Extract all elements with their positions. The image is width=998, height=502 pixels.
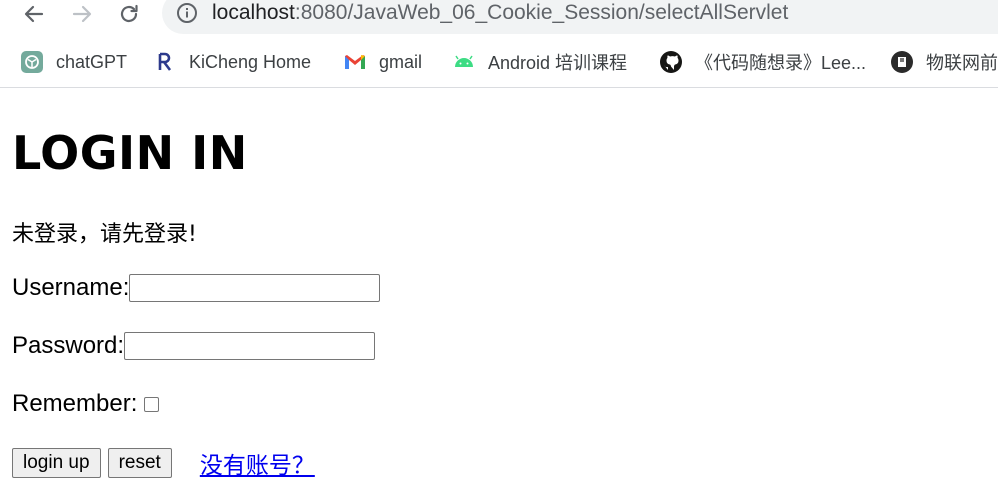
bookmark-label: KiCheng Home xyxy=(189,51,312,72)
username-row: Username: xyxy=(12,274,381,302)
bookmark-label: chatGPT xyxy=(56,51,128,72)
password-input[interactable] xyxy=(124,332,376,360)
arrow-right-icon xyxy=(70,2,94,26)
remember-row: Remember: xyxy=(12,390,160,418)
reload-button[interactable] xyxy=(115,0,143,28)
url-path: :8080/JavaWeb_06_Cookie_Session/selectAl… xyxy=(294,1,789,24)
url-host: localhost xyxy=(212,1,295,24)
reload-icon xyxy=(117,2,141,26)
bookmark-gmail[interactable]: gmail xyxy=(343,48,422,76)
register-link[interactable]: 没有账号？ xyxy=(200,446,315,480)
gmail-logo-icon xyxy=(343,50,367,74)
browser-toolbar: localhost:8080/JavaWeb_06_Cookie_Session… xyxy=(0,0,998,42)
bookmark-label: Android 培训课程 xyxy=(488,53,628,73)
bookmark-kicheng-home[interactable]: KiCheng Home xyxy=(153,48,311,76)
bookmark-wulianwang[interactable]: 物联网前 xyxy=(890,48,998,76)
bookmark-label: 物联网前 xyxy=(926,53,998,73)
bookmarks-bar: chatGPT KiCheng Home gmail Android 培训课程 … xyxy=(0,42,998,88)
url-text[interactable]: localhost:8080/JavaWeb_06_Cookie_Session… xyxy=(212,0,788,26)
notion-style-logo-icon xyxy=(890,50,914,74)
bookmark-label: 《代码随想录》Lee... xyxy=(695,53,867,73)
reset-button[interactable]: reset xyxy=(107,448,172,478)
username-label: Username: xyxy=(12,274,130,301)
kicheng-logo-icon xyxy=(153,50,177,74)
page-title: LOGIN IN xyxy=(12,126,248,180)
forward-button[interactable] xyxy=(68,0,96,28)
remember-checkbox[interactable] xyxy=(144,396,160,412)
remember-label: Remember: xyxy=(12,390,138,417)
password-label: Password: xyxy=(12,332,125,359)
github-logo-icon xyxy=(659,50,683,74)
password-row: Password: xyxy=(12,332,376,360)
not-logged-in-message: 未登录，请先登录! xyxy=(12,222,197,247)
button-row: login up reset 没有账号？ xyxy=(12,446,315,480)
android-logo-icon xyxy=(452,50,476,74)
bookmark-chatgpt[interactable]: chatGPT xyxy=(20,48,127,76)
info-circle-icon[interactable] xyxy=(176,2,198,24)
chatgpt-logo-icon xyxy=(20,50,44,74)
bookmark-android[interactable]: Android 培训课程 xyxy=(452,48,627,76)
bookmark-label: gmail xyxy=(379,51,423,72)
username-input[interactable] xyxy=(129,274,381,302)
back-button[interactable] xyxy=(20,0,48,28)
login-button[interactable]: login up xyxy=(12,448,101,478)
arrow-left-icon xyxy=(22,2,46,26)
bookmark-daimasuixianglu[interactable]: 《代码随想录》Lee... xyxy=(659,48,866,76)
